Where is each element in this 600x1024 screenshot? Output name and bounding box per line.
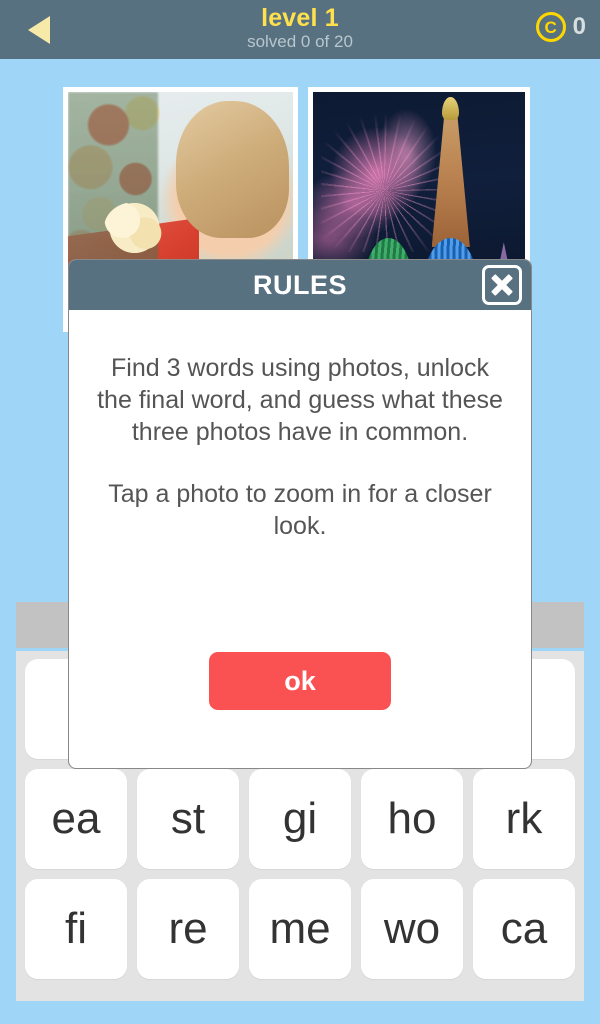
- rules-dialog: RULES Find 3 words using photos, unlock …: [68, 259, 532, 769]
- rules-paragraph-1: Find 3 words using photos, unlock the fi…: [97, 354, 503, 446]
- ok-button[interactable]: ok: [209, 652, 391, 710]
- dialog-body: Find 3 words using photos, unlock the fi…: [69, 310, 531, 542]
- rules-paragraph-2: Tap a photo to zoom in for a closer look…: [108, 480, 492, 540]
- close-icon[interactable]: [482, 265, 522, 305]
- game-screen: level 1 solved 0 of 20 C 0 ea st gi ho r…: [0, 0, 600, 1024]
- dialog-title: RULES: [252, 269, 347, 300]
- rules-dialog-overlay: RULES Find 3 words using photos, unlock …: [0, 0, 600, 1024]
- dialog-header: RULES: [69, 260, 531, 310]
